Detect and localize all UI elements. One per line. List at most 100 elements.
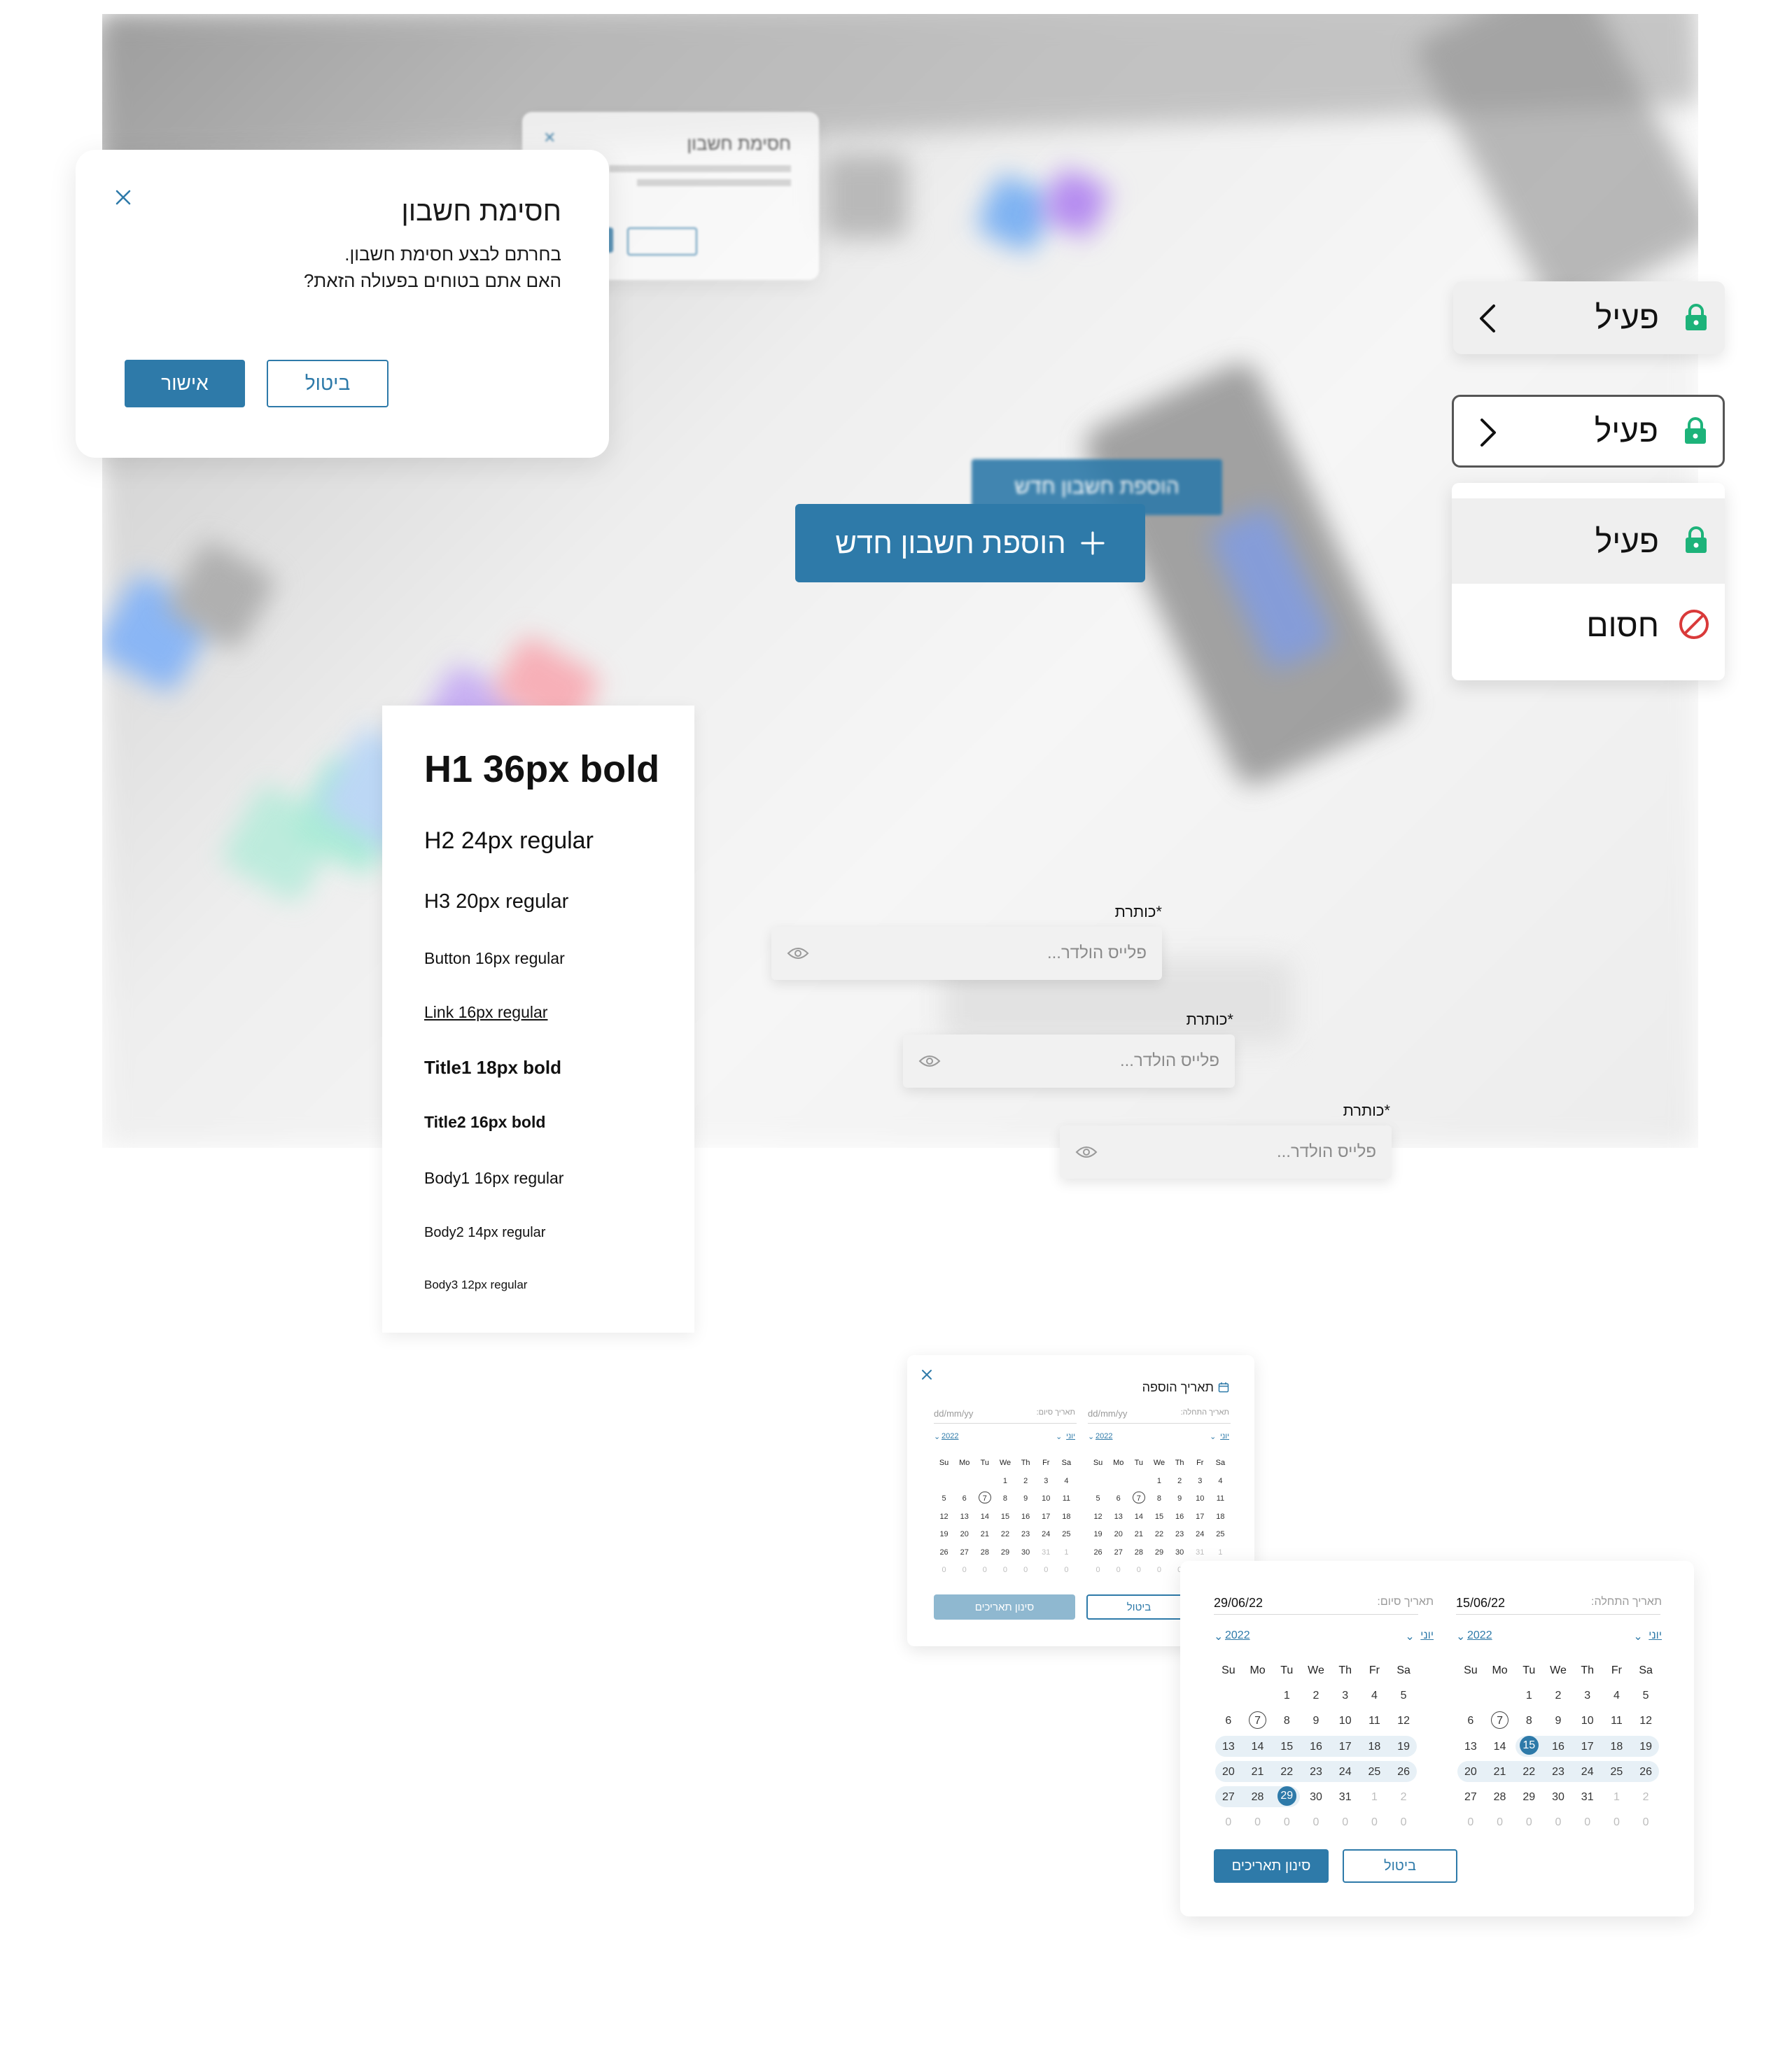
chevron-down-icon[interactable]: ⌄ <box>1088 1432 1094 1441</box>
chevron-down-icon[interactable]: ⌄ <box>1214 1629 1223 1643</box>
calendar-day[interactable]: 23 <box>1301 1766 1331 1779</box>
end-date-value[interactable]: dd/mm/yy <box>934 1408 973 1419</box>
calendar-day[interactable]: 18 <box>1210 1513 1231 1522</box>
calendar-day[interactable]: 26 <box>1088 1548 1108 1557</box>
calendar-day[interactable]: 16 <box>1544 1741 1573 1753</box>
calendar-day[interactable]: 26 <box>1631 1766 1660 1779</box>
end-date-value[interactable]: 29/06/22 <box>1214 1596 1263 1611</box>
calendar-day[interactable]: 15 <box>1272 1741 1301 1753</box>
calendar-day[interactable]: 25 <box>1056 1530 1077 1539</box>
calendar-day[interactable]: 30 <box>1544 1791 1573 1804</box>
calendar-day[interactable]: 26 <box>934 1548 954 1557</box>
calendar-day[interactable]: 5 <box>1389 1690 1418 1702</box>
calendar-day[interactable]: 1 <box>1360 1791 1390 1804</box>
calendar-day[interactable]: 2 <box>1016 1477 1036 1486</box>
calendar-day[interactable]: 27 <box>1108 1548 1128 1557</box>
start-date-value[interactable]: 15/06/22 <box>1456 1596 1505 1611</box>
calendar-day[interactable]: 22 <box>1149 1530 1169 1539</box>
calendar-day[interactable]: 23 <box>1544 1766 1573 1779</box>
selected-day[interactable]: 29 <box>1277 1786 1296 1806</box>
calendar-day[interactable]: 13 <box>954 1513 974 1522</box>
calendar-day[interactable]: 8 <box>1514 1715 1544 1727</box>
calendar-day[interactable]: 9 <box>1016 1494 1036 1503</box>
calendar-day[interactable]: 28 <box>1243 1791 1273 1804</box>
eye-icon[interactable] <box>918 1054 941 1068</box>
calendar-day[interactable]: 2 <box>1301 1690 1331 1702</box>
cancel-button[interactable]: ביטול <box>1086 1594 1191 1620</box>
calendar-day[interactable]: 17 <box>1190 1513 1210 1522</box>
calendar-day[interactable]: 5 <box>934 1494 954 1503</box>
calendar-day[interactable]: 22 <box>1272 1766 1301 1779</box>
cancel-button[interactable]: ביטול <box>1343 1849 1457 1883</box>
calendar-day[interactable]: 2 <box>1389 1791 1418 1804</box>
eye-icon[interactable] <box>787 946 809 960</box>
calendar-day[interactable]: 1 <box>1272 1690 1301 1702</box>
calendar-day[interactable]: 24 <box>1331 1766 1360 1779</box>
calendar-day[interactable]: 1 <box>1149 1477 1169 1486</box>
calendar-day[interactable]: 27 <box>1214 1791 1243 1804</box>
calendar-day[interactable]: 30 <box>1170 1548 1190 1557</box>
calendar-day[interactable]: 15 <box>995 1513 1015 1522</box>
calendar-day[interactable]: 2 <box>1170 1477 1190 1486</box>
input-1[interactable]: פלייס הולדר... <box>771 927 1162 980</box>
calendar-day[interactable]: 26 <box>1389 1766 1418 1779</box>
calendar-day[interactable]: 22 <box>1514 1766 1544 1779</box>
calendar-day[interactable]: 9 <box>1544 1715 1573 1727</box>
calendar-day[interactable]: 17 <box>1573 1741 1602 1753</box>
calendar-day[interactable]: 29 <box>995 1548 1015 1557</box>
calendar-day[interactable]: 28 <box>1485 1791 1515 1804</box>
calendar-day[interactable]: 15 <box>1149 1513 1169 1522</box>
start-date-value[interactable]: dd/mm/yy <box>1088 1408 1127 1419</box>
calendar-day[interactable]: 1 <box>1056 1548 1077 1557</box>
calendar-day[interactable]: 1 <box>1602 1791 1632 1804</box>
calendar-day[interactable]: 28 <box>1128 1548 1149 1557</box>
calendar-day[interactable]: 4 <box>1210 1477 1231 1486</box>
calendar-day[interactable]: 13 <box>1456 1741 1485 1753</box>
calendar-day[interactable]: 12 <box>1088 1513 1108 1522</box>
calendar-day[interactable]: 16 <box>1170 1513 1190 1522</box>
calendar-day[interactable]: 3 <box>1573 1690 1602 1702</box>
calendar-day[interactable]: 31 <box>1331 1791 1360 1804</box>
calendar-day[interactable]: 4 <box>1056 1477 1077 1486</box>
month-select[interactable]: יוני <box>1220 1432 1229 1440</box>
chevron-down-icon[interactable]: ⌄ <box>934 1432 940 1441</box>
calendar-day[interactable]: 31 <box>1036 1548 1056 1557</box>
calendar-day[interactable]: 1 <box>1514 1690 1544 1702</box>
calendar-day[interactable]: 11 <box>1602 1715 1632 1727</box>
calendar-day[interactable]: 20 <box>1456 1766 1485 1779</box>
calendar-day[interactable]: 10 <box>1190 1494 1210 1503</box>
calendar-day[interactable]: 6 <box>1214 1715 1243 1727</box>
calendar-day[interactable]: 2 <box>1631 1791 1660 1804</box>
status-option-active[interactable]: פעיל <box>1452 498 1725 584</box>
filter-dates-button[interactable]: סינון תאריכים <box>1214 1849 1329 1883</box>
calendar-day[interactable]: 5 <box>1631 1690 1660 1702</box>
calendar-day[interactable]: 21 <box>974 1530 995 1539</box>
calendar-day[interactable]: 19 <box>1088 1530 1108 1539</box>
calendar-day[interactable]: 24 <box>1036 1530 1056 1539</box>
status-option-blocked[interactable]: חסום <box>1452 584 1725 668</box>
calendar-day[interactable]: 25 <box>1210 1530 1231 1539</box>
filter-dates-button[interactable]: סינון תאריכים <box>934 1594 1075 1620</box>
calendar-day[interactable]: 30 <box>1016 1548 1036 1557</box>
calendar-day[interactable]: 12 <box>934 1513 954 1522</box>
month-select[interactable]: יוני <box>1420 1629 1434 1642</box>
calendar-day[interactable]: 19 <box>1631 1741 1660 1753</box>
cancel-button[interactable]: ביטול <box>267 360 388 407</box>
calendar-day[interactable]: 14 <box>1243 1741 1273 1753</box>
status-select-open[interactable]: פעיל <box>1452 395 1725 468</box>
eye-icon[interactable] <box>1075 1145 1098 1159</box>
calendar-day[interactable]: 27 <box>954 1548 974 1557</box>
selected-day[interactable]: 15 <box>1519 1736 1539 1755</box>
close-icon[interactable] <box>115 189 132 206</box>
typography-link[interactable]: Link 16px regular <box>424 1003 547 1022</box>
calendar-day[interactable]: 16 <box>1301 1741 1331 1753</box>
calendar-day[interactable]: 9 <box>1301 1715 1331 1727</box>
year-select[interactable]: 2022 <box>1225 1629 1250 1642</box>
calendar-day[interactable]: 11 <box>1056 1494 1077 1503</box>
chevron-down-icon[interactable]: ⌄ <box>1056 1432 1062 1441</box>
calendar-day[interactable]: 23 <box>1016 1530 1036 1539</box>
chevron-down-icon[interactable]: ⌄ <box>1405 1629 1414 1643</box>
year-select[interactable]: 2022 <box>941 1432 958 1440</box>
confirm-button[interactable]: אישור <box>125 360 245 407</box>
input-3[interactable]: פלייס הולדר... <box>1060 1125 1392 1179</box>
